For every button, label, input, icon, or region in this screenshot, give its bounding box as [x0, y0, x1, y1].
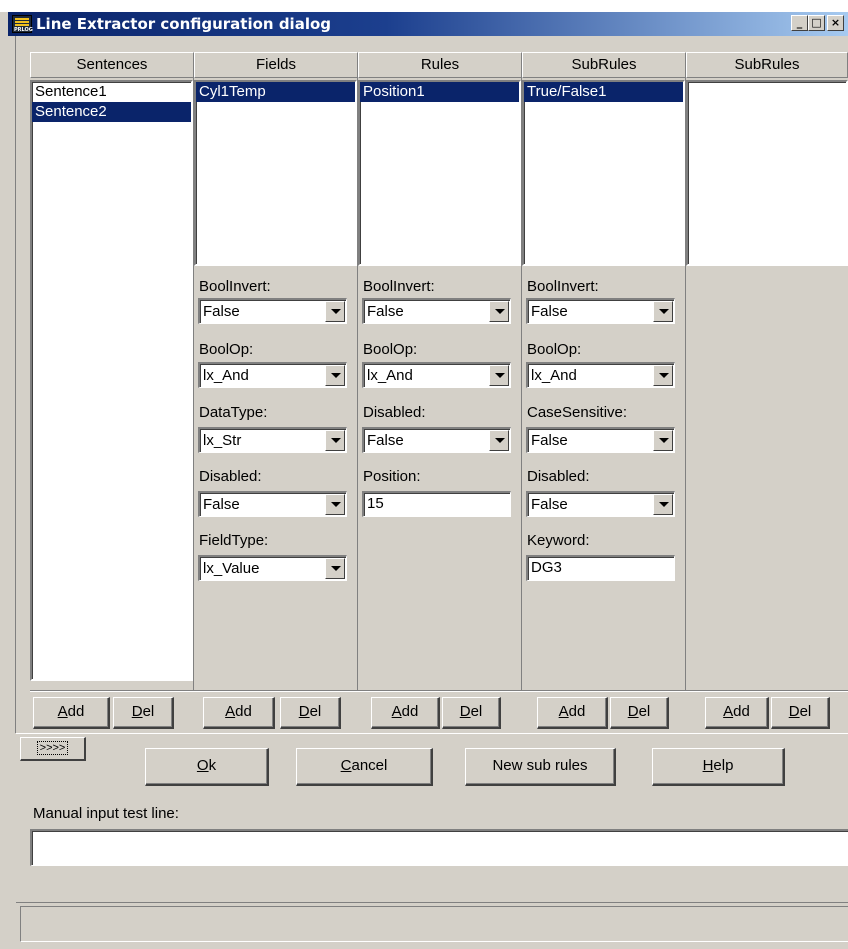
chevron-down-icon[interactable] [325, 430, 345, 451]
rules-position-input[interactable]: 15 [362, 491, 511, 517]
subrules-keyword-label: Keyword: [527, 532, 590, 549]
rules-boolop-select[interactable]: lx_And [362, 362, 511, 388]
subrules-disabled-select[interactable]: False [526, 491, 675, 517]
chevron-down-icon[interactable] [653, 430, 673, 451]
select-value: False [203, 496, 240, 513]
status-panel [20, 906, 848, 942]
close-icon: × [830, 16, 841, 29]
fields-disabled-label: Disabled: [199, 468, 262, 485]
window-title: Line Extractor configuration dialog [36, 15, 332, 33]
close-button[interactable]: × [827, 15, 844, 31]
sentences-add-button[interactable]: Add [33, 697, 110, 729]
select-value: False [367, 432, 404, 449]
chevron-down-icon[interactable] [489, 301, 509, 322]
chevron-right-icon: >>>> [36, 741, 69, 755]
header-sentences[interactable]: Sentences [30, 52, 194, 78]
fields-add-button[interactable]: Add [203, 697, 275, 729]
subrules-disabled-label: Disabled: [527, 468, 590, 485]
list-item[interactable]: Position1 [360, 82, 519, 102]
minimize-button[interactable]: _ [791, 15, 808, 31]
rules-boolop-label: BoolOp: [363, 341, 418, 358]
header-subrules-2[interactable]: SubRules [686, 52, 848, 78]
subrules-2-add-button[interactable]: Add [705, 697, 769, 729]
select-value: lx_And [531, 367, 577, 384]
minimize-icon: _ [796, 16, 803, 29]
window-bottom-border [0, 942, 848, 949]
fields-datatype-label: DataType: [199, 404, 268, 421]
rules-list[interactable]: Position1 [358, 80, 521, 266]
fields-boolinvert-select[interactable]: False [198, 298, 347, 324]
fields-boolop-label: BoolOp: [199, 341, 254, 358]
sentences-del-button[interactable]: Del [113, 697, 174, 729]
sentences-list[interactable]: Sentence1 Sentence2 [30, 80, 193, 681]
chevron-down-icon[interactable] [489, 430, 509, 451]
fields-datatype-select[interactable]: lx_Str [198, 427, 347, 453]
fields-fieldtype-select[interactable]: lx_Value [198, 555, 347, 581]
rules-add-button[interactable]: Add [371, 697, 440, 729]
fields-boolop-select[interactable]: lx_And [198, 362, 347, 388]
fields-fieldtype-label: FieldType: [199, 532, 269, 549]
new-sub-rules-button[interactable]: New sub rules [465, 748, 616, 786]
chevron-down-icon[interactable] [653, 365, 673, 386]
subrules-boolinvert-select[interactable]: False [526, 298, 675, 324]
list-item[interactable]: Cyl1Temp [196, 82, 355, 102]
app-icon[interactable]: PRLOG [12, 15, 33, 33]
select-value: lx_Value [203, 560, 260, 577]
subrules-boolop-select[interactable]: lx_And [526, 362, 675, 388]
subrules-2-del-button[interactable]: Del [771, 697, 830, 729]
maximize-button[interactable]: □ [808, 15, 825, 31]
subrules-casesensitive-label: CaseSensitive: [527, 404, 628, 421]
chevron-down-icon[interactable] [325, 494, 345, 515]
rules-disabled-label: Disabled: [363, 404, 426, 421]
chevron-down-icon[interactable] [489, 365, 509, 386]
subrules-1-list[interactable]: True/False1 [522, 80, 685, 266]
select-value: False [203, 303, 240, 320]
subrules-1-del-button[interactable]: Del [610, 697, 669, 729]
rules-del-button[interactable]: Del [442, 697, 501, 729]
window-left-border [0, 36, 16, 949]
help-button[interactable]: Help [652, 748, 785, 786]
select-value: False [531, 432, 568, 449]
manual-input-label: Manual input test line: [33, 805, 179, 822]
chevron-down-icon[interactable] [325, 365, 345, 386]
maximize-icon: □ [811, 16, 822, 29]
subrules-boolinvert-label: BoolInvert: [527, 278, 599, 295]
rules-position-label: Position: [363, 468, 421, 485]
subrules-1-add-button[interactable]: Add [537, 697, 608, 729]
subrules-casesensitive-select[interactable]: False [526, 427, 675, 453]
rules-boolinvert-select[interactable]: False [362, 298, 511, 324]
ok-button[interactable]: Ok [145, 748, 269, 786]
fields-list[interactable]: Cyl1Temp [194, 80, 357, 266]
fields-boolinvert-label: BoolInvert: [199, 278, 271, 295]
header-rules[interactable]: Rules [358, 52, 522, 78]
select-value: False [531, 303, 568, 320]
header-subrules-1[interactable]: SubRules [522, 52, 686, 78]
cancel-button[interactable]: Cancel [296, 748, 433, 786]
subrules-2-list[interactable] [686, 80, 848, 266]
select-value: False [531, 496, 568, 513]
header-fields[interactable]: Fields [194, 52, 358, 78]
list-item[interactable]: Sentence2 [32, 102, 191, 122]
manual-input-field[interactable] [30, 829, 848, 866]
title-bar[interactable]: PRLOG Line Extractor configuration dialo… [8, 12, 848, 36]
fields-del-button[interactable]: Del [280, 697, 341, 729]
chevron-down-icon[interactable] [653, 494, 673, 515]
rules-disabled-select[interactable]: False [362, 427, 511, 453]
app-icon-label: PRLOG [14, 27, 33, 33]
fields-disabled-select[interactable]: False [198, 491, 347, 517]
select-value: lx_And [203, 367, 249, 384]
rules-boolinvert-label: BoolInvert: [363, 278, 435, 295]
select-value: lx_And [367, 367, 413, 384]
subrules-boolop-label: BoolOp: [527, 341, 582, 358]
select-value: False [367, 303, 404, 320]
chevron-down-icon[interactable] [325, 301, 345, 322]
subrules-keyword-input[interactable]: DG3 [526, 555, 675, 581]
list-item[interactable]: True/False1 [524, 82, 683, 102]
chevron-down-icon[interactable] [325, 558, 345, 579]
chevron-down-icon[interactable] [653, 301, 673, 322]
select-value: lx_Str [203, 432, 242, 449]
expand-button[interactable]: >>>> [20, 737, 86, 761]
list-item[interactable]: Sentence1 [32, 82, 191, 102]
